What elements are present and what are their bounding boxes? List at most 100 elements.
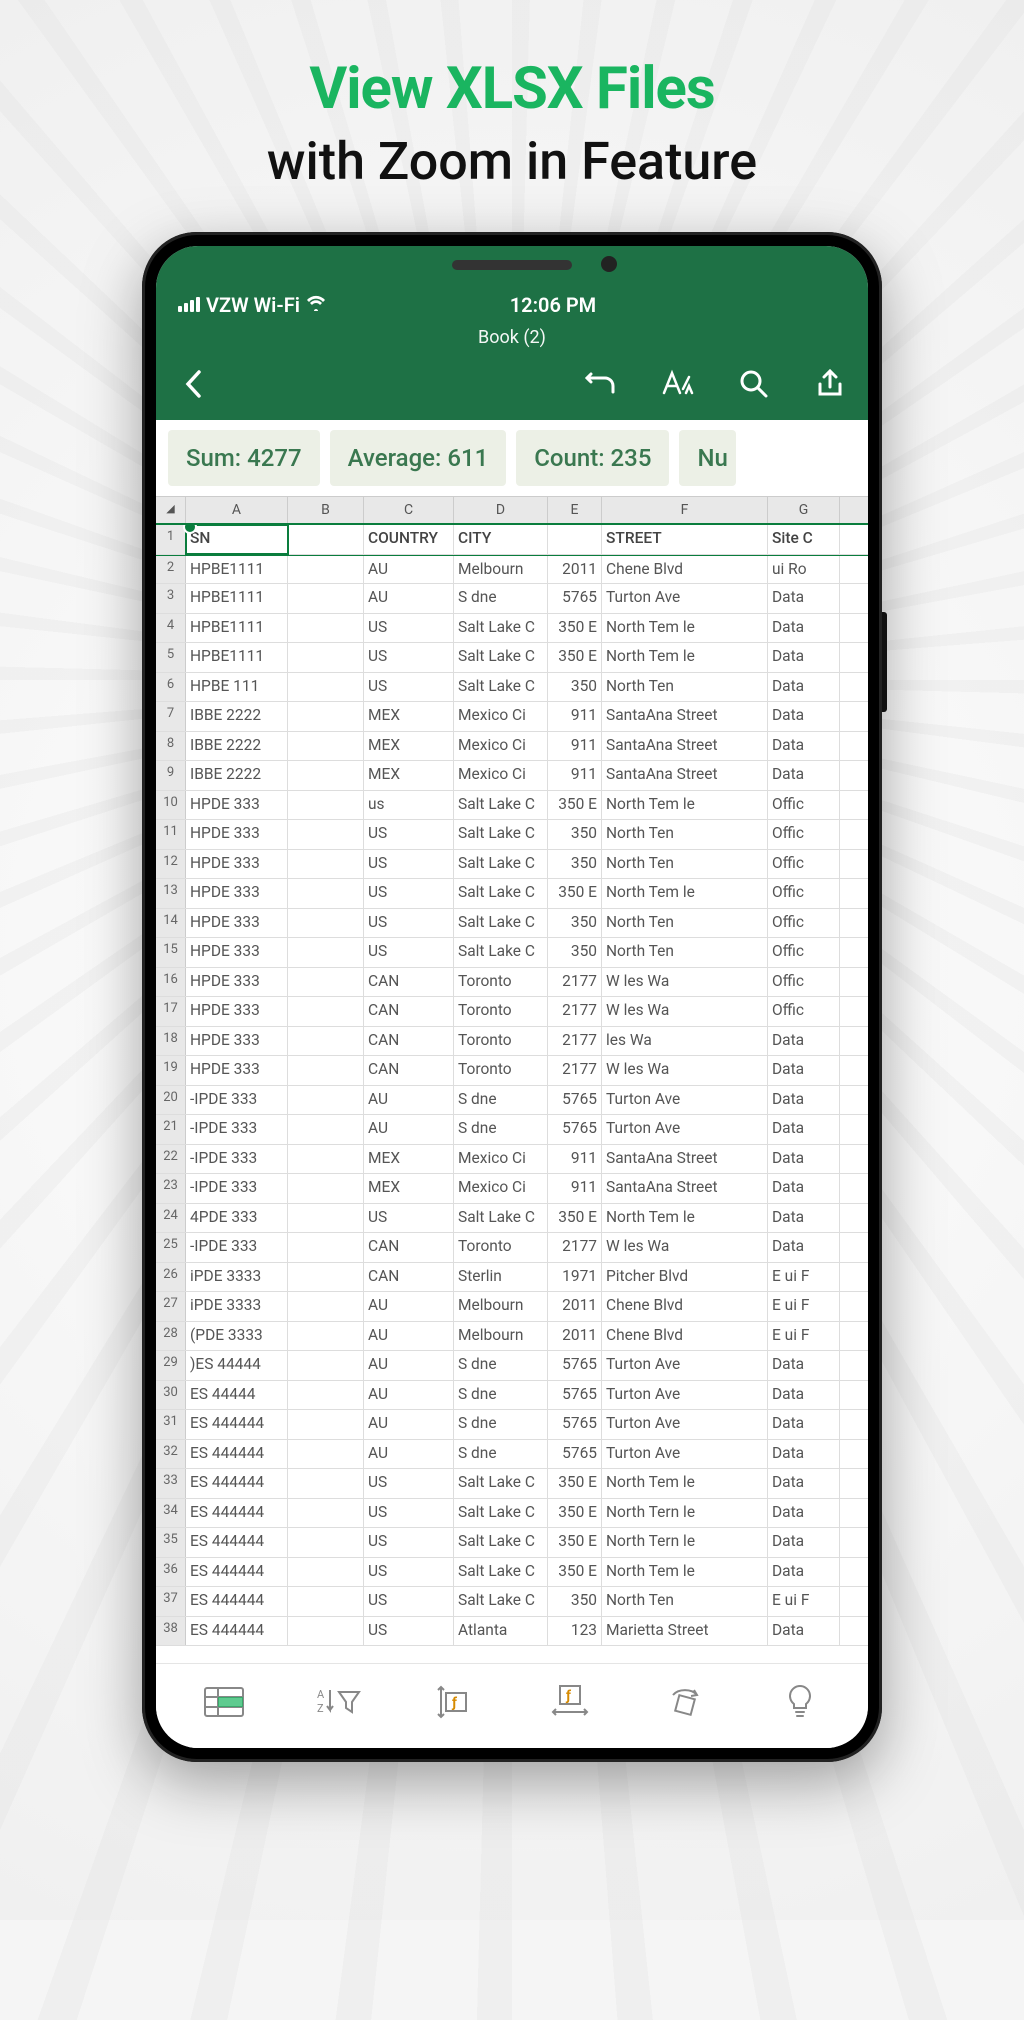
cell[interactable]: AU <box>364 1381 454 1410</box>
cell[interactable]: CAN <box>364 1027 454 1056</box>
cell[interactable]: Chene Blvd <box>602 1292 768 1321</box>
cell[interactable] <box>288 1027 364 1056</box>
cell[interactable]: Salt Lake C <box>454 1587 548 1616</box>
cell[interactable]: 350 <box>548 1587 602 1616</box>
row-header[interactable]: 1 <box>156 525 186 554</box>
cell[interactable] <box>288 1440 364 1469</box>
cell[interactable] <box>288 1056 364 1085</box>
row-header[interactable]: 4 <box>156 614 186 643</box>
row-header[interactable]: 31 <box>156 1410 186 1439</box>
cell[interactable]: 350 E <box>548 1499 602 1528</box>
cell[interactable]: SantaAna Street <box>602 732 768 761</box>
row-header[interactable]: 7 <box>156 702 186 731</box>
cell[interactable] <box>288 584 364 613</box>
cell[interactable]: 350 E <box>548 1558 602 1587</box>
table-row[interactable]: 16HPDE 333CANToronto2177W les WaOffic <box>156 968 868 998</box>
cell[interactable]: North Ten <box>602 909 768 938</box>
cell[interactable]: 350 <box>548 850 602 879</box>
cell[interactable]: Offic <box>768 997 840 1026</box>
cell[interactable]: AU <box>364 1440 454 1469</box>
cell[interactable]: CITY <box>454 525 548 554</box>
cell[interactable]: North Ten <box>602 938 768 967</box>
row-header[interactable]: 35 <box>156 1528 186 1557</box>
cell[interactable] <box>288 1469 364 1498</box>
cell[interactable]: Toronto <box>454 997 548 1026</box>
cell[interactable] <box>288 820 364 849</box>
cell[interactable]: Mexico Ci <box>454 702 548 731</box>
cell[interactable]: North Tem le <box>602 1558 768 1587</box>
cell[interactable]: Data <box>768 1528 840 1557</box>
cell[interactable]: SantaAna Street <box>602 1174 768 1203</box>
nav-grid-button[interactable] <box>200 1682 248 1722</box>
cell[interactable]: Data <box>768 1145 840 1174</box>
cell[interactable]: North Tem le <box>602 643 768 672</box>
cell[interactable]: Offic <box>768 909 840 938</box>
cell[interactable] <box>288 1086 364 1115</box>
cell[interactable]: North Ten <box>602 850 768 879</box>
cell[interactable]: Turton Ave <box>602 1410 768 1439</box>
cell[interactable]: Offic <box>768 791 840 820</box>
cell[interactable]: US <box>364 614 454 643</box>
cell[interactable]: 123 <box>548 1617 602 1646</box>
cell[interactable]: -IPDE 333 <box>186 1086 288 1115</box>
cell[interactable]: 5765 <box>548 1115 602 1144</box>
cell[interactable]: 2177 <box>548 1027 602 1056</box>
cell[interactable]: Turton Ave <box>602 1351 768 1380</box>
cell[interactable]: US <box>364 1469 454 1498</box>
cell[interactable]: 4PDE 333 <box>186 1204 288 1233</box>
cell[interactable]: Offic <box>768 820 840 849</box>
table-row[interactable]: 27iPDE 3333AUMelbourn2011Chene BlvdE ui … <box>156 1292 868 1322</box>
cell[interactable]: AU <box>364 1410 454 1439</box>
row-header[interactable]: 6 <box>156 673 186 702</box>
cell[interactable] <box>288 1204 364 1233</box>
cell[interactable] <box>288 732 364 761</box>
cell[interactable]: SantaAna Street <box>602 702 768 731</box>
cell[interactable]: 350 <box>548 938 602 967</box>
cell[interactable]: Melbourn <box>454 1292 548 1321</box>
col-header-d[interactable]: D <box>454 497 548 523</box>
cell[interactable] <box>288 761 364 790</box>
cell[interactable]: Data <box>768 1204 840 1233</box>
cell[interactable]: Chene Blvd <box>602 556 768 584</box>
table-row[interactable]: 35ES 444444USSalt Lake C350 ENorth Tern … <box>156 1528 868 1558</box>
cell[interactable]: HPDE 333 <box>186 1027 288 1056</box>
cell[interactable]: Mexico Ci <box>454 1145 548 1174</box>
cell[interactable]: Toronto <box>454 1027 548 1056</box>
cell[interactable] <box>288 1528 364 1557</box>
cell[interactable]: Salt Lake C <box>454 1528 548 1557</box>
cell[interactable] <box>288 1617 364 1646</box>
nav-col-width-button[interactable]: ƒ <box>546 1682 594 1722</box>
cell[interactable]: Salt Lake C <box>454 643 548 672</box>
cell[interactable]: AU <box>364 584 454 613</box>
table-row[interactable]: 19HPDE 333CANToronto2177W les WaData <box>156 1056 868 1086</box>
cell[interactable]: North Ten <box>602 820 768 849</box>
table-row[interactable]: 11HPDE 333USSalt Lake C350North TenOffic <box>156 820 868 850</box>
cell[interactable]: 2011 <box>548 1322 602 1351</box>
row-header[interactable]: 27 <box>156 1292 186 1321</box>
table-row[interactable]: 15HPDE 333USSalt Lake C350North TenOffic <box>156 938 868 968</box>
cell[interactable]: Data <box>768 1410 840 1439</box>
cell[interactable]: Offic <box>768 879 840 908</box>
cell[interactable]: Turton Ave <box>602 1440 768 1469</box>
cell[interactable]: MEX <box>364 1145 454 1174</box>
table-row[interactable]: 37ES 444444USSalt Lake C350North TenE ui… <box>156 1587 868 1617</box>
cell[interactable]: Sterlin <box>454 1263 548 1292</box>
row-header[interactable]: 37 <box>156 1587 186 1616</box>
cell[interactable]: Atlanta <box>454 1617 548 1646</box>
cell[interactable]: Site C <box>768 525 840 554</box>
cell[interactable]: 5765 <box>548 584 602 613</box>
row-header[interactable]: 18 <box>156 1027 186 1056</box>
cell[interactable]: -IPDE 333 <box>186 1233 288 1262</box>
row-header[interactable]: 20 <box>156 1086 186 1115</box>
row-header[interactable]: 23 <box>156 1174 186 1203</box>
cell[interactable]: Salt Lake C <box>454 614 548 643</box>
cell[interactable] <box>288 850 364 879</box>
cell[interactable]: ES 444444 <box>186 1587 288 1616</box>
stat-average[interactable]: Average: 611 <box>330 430 507 486</box>
cell[interactable]: -IPDE 333 <box>186 1174 288 1203</box>
row-header[interactable]: 24 <box>156 1204 186 1233</box>
cell[interactable]: ES 44444 <box>186 1381 288 1410</box>
nav-sort-filter-button[interactable]: AZ <box>315 1682 363 1722</box>
cell[interactable] <box>288 1381 364 1410</box>
cell[interactable]: Turton Ave <box>602 1115 768 1144</box>
